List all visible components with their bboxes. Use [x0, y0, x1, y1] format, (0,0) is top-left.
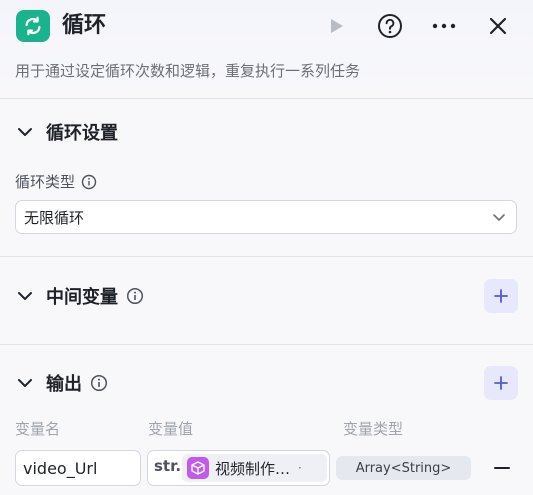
node-title: 循环 — [62, 13, 107, 38]
loop-icon — [25, 16, 41, 36]
info-icon — [126, 287, 144, 305]
node-source-icon — [187, 457, 209, 479]
section-intermediate-vars[interactable]: 中间变量 — [16, 281, 144, 311]
add-output-button[interactable] — [484, 366, 518, 400]
column-header-name: 变量名 — [15, 420, 61, 438]
divider — [0, 256, 533, 257]
chevron-down-icon — [18, 128, 32, 136]
play-icon — [331, 19, 343, 33]
minus-icon — [494, 467, 510, 469]
section-output[interactable]: 输出 — [16, 368, 108, 398]
more-icon — [432, 23, 456, 29]
close-button[interactable] — [484, 12, 512, 40]
divider — [0, 98, 533, 99]
loop-type-label-row: 循环类型 — [15, 171, 97, 192]
help-button[interactable] — [376, 12, 404, 40]
output-name-input[interactable]: video_Url — [15, 450, 141, 486]
more-button[interactable] — [430, 12, 458, 40]
variable-type-tag: Array<String> — [336, 456, 471, 480]
section-title-intermediate-vars: 中间变量 — [46, 287, 118, 308]
chevron-down-icon — [18, 292, 32, 300]
loop-type-label: 循环类型 — [15, 173, 76, 191]
reference-label: 视频制作… — [215, 459, 291, 478]
cube-icon — [191, 461, 205, 475]
add-intermediate-var-button[interactable] — [484, 279, 518, 313]
info-icon — [81, 174, 97, 189]
plus-icon — [494, 289, 508, 303]
loop-type-value: 无限循环 — [24, 208, 85, 227]
loop-node-icon — [16, 10, 50, 42]
section-title-output: 输出 — [46, 374, 82, 395]
remove-output-button[interactable] — [490, 456, 514, 480]
run-button[interactable] — [322, 12, 350, 40]
output-value-reference[interactable]: str. 视频制作… · — [147, 450, 330, 486]
chevron-down-icon — [493, 214, 505, 221]
divider — [0, 344, 533, 345]
loop-type-select[interactable]: 无限循环 — [15, 200, 517, 234]
close-icon — [489, 17, 507, 35]
plus-icon — [494, 376, 508, 390]
reference-dot: · — [298, 461, 302, 475]
info-icon — [90, 374, 108, 392]
value-type-prefix: str. — [154, 457, 182, 475]
section-title-loop-settings: 循环设置 — [46, 123, 118, 144]
column-header-value: 变量值 — [148, 420, 194, 438]
section-loop-settings[interactable]: 循环设置 — [16, 117, 118, 147]
help-icon — [378, 14, 402, 38]
column-header-type: 变量类型 — [343, 420, 404, 438]
chevron-down-icon — [18, 379, 32, 387]
reference-chip[interactable]: 视频制作… · — [182, 454, 327, 482]
node-description: 用于通过设定循环次数和逻辑，重复执行一系列任务 — [15, 62, 361, 80]
